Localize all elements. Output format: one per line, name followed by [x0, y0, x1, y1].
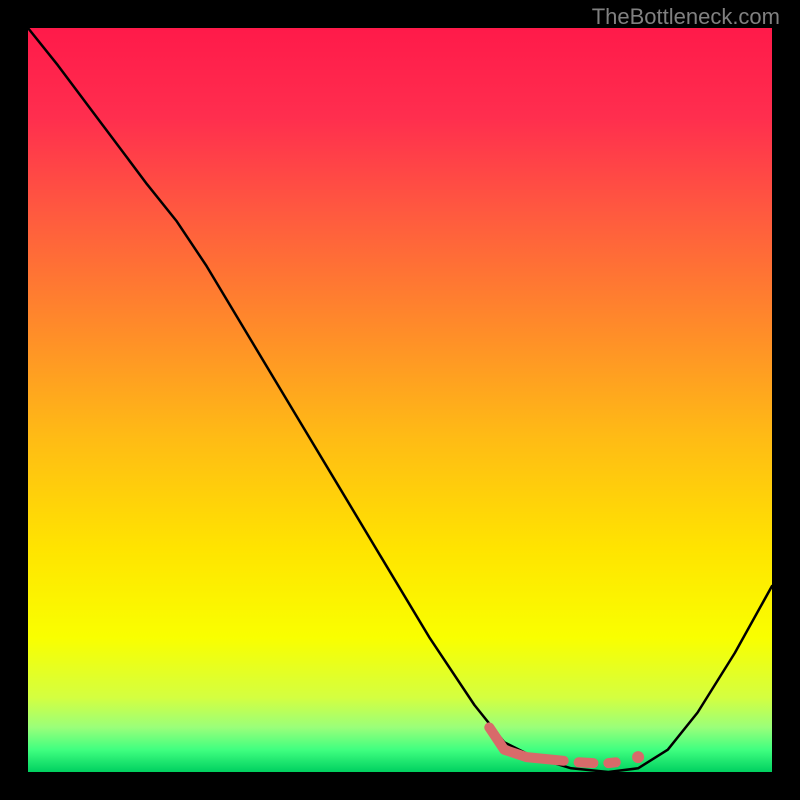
chart-background	[28, 28, 772, 772]
highlight-dot-group	[632, 751, 644, 763]
chart-svg	[0, 0, 800, 800]
highlight-dot	[632, 751, 644, 763]
highlight-segment	[579, 762, 594, 763]
chart-container: TheBottleneck.com	[0, 0, 800, 800]
watermark-text: TheBottleneck.com	[592, 4, 780, 30]
highlight-segment	[608, 762, 616, 763]
